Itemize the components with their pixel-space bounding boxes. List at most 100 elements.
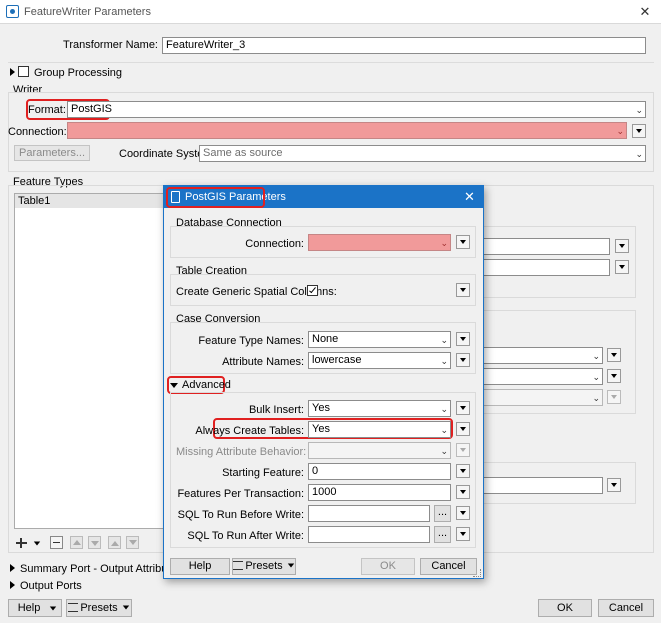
bg-select-3[interactable]: ⌄ (481, 389, 603, 406)
sql-before-input[interactable] (308, 505, 430, 522)
list-item[interactable]: Table1 (15, 194, 163, 208)
presets-icon (68, 603, 79, 612)
sql-before-menu-button[interactable] (456, 506, 470, 520)
dialog-title-highlight (166, 187, 265, 208)
expand-arrow-icon[interactable] (10, 564, 15, 572)
resize-grip-icon[interactable] (473, 569, 481, 577)
bg-menu-button-4[interactable] (607, 369, 621, 383)
missing-attribute-select[interactable]: ⌄ (308, 442, 451, 459)
cancel-button[interactable]: Cancel (598, 599, 654, 617)
dialog-cancel-button[interactable]: Cancel (420, 558, 477, 575)
minus-icon (53, 542, 60, 543)
move-up-button[interactable] (70, 536, 83, 549)
sql-after-input[interactable] (308, 526, 430, 543)
always-create-tables-value: Yes (312, 423, 330, 435)
expand-arrow-icon[interactable] (10, 68, 15, 76)
connection-select[interactable]: ⌄ (67, 122, 627, 139)
chevron-down-icon (33, 541, 41, 546)
db-connection-menu-button[interactable] (456, 235, 470, 249)
bg-select-2[interactable]: ⌄ (481, 368, 603, 385)
chevron-down-icon: ⌄ (440, 238, 448, 248)
group-processing-checkbox[interactable] (18, 66, 29, 77)
chevron-down-icon: ⌄ (440, 404, 448, 414)
help-button[interactable]: Help (8, 599, 62, 617)
presets-label: Presets (80, 602, 118, 614)
transformer-name-label: Transformer Name: (63, 39, 158, 51)
bulk-insert-menu-button[interactable] (456, 401, 470, 415)
connection-menu-button[interactable] (632, 124, 646, 138)
chevron-down-icon: ⌄ (440, 425, 448, 435)
expand-arrow-icon (170, 383, 178, 388)
starting-feature-label: Starting Feature: (222, 467, 304, 479)
chevron-down-icon (91, 541, 99, 546)
chevron-down-icon: ⌄ (616, 126, 624, 136)
divider (8, 62, 654, 63)
bg-menu-button-5[interactable] (607, 390, 621, 404)
sql-before-edit-button[interactable]: ... (434, 505, 451, 522)
attribute-names-menu-button[interactable] (456, 353, 470, 367)
missing-attribute-menu-button[interactable] (456, 443, 470, 457)
help-label: Help (17, 602, 41, 614)
always-create-tables-select[interactable]: Yes ⌄ (308, 421, 451, 438)
window-close-icon[interactable]: ✕ (636, 4, 654, 20)
remove-button[interactable] (50, 536, 63, 549)
chevron-down-icon (122, 605, 129, 610)
chevron-down-icon: ⌄ (440, 335, 448, 345)
coordinate-system-value: Same as source (203, 147, 283, 159)
dialog-help-button[interactable]: Help (170, 558, 230, 575)
move-down-button[interactable] (88, 536, 101, 549)
features-per-transaction-menu-button[interactable] (456, 485, 470, 499)
bg-input-3[interactable] (481, 477, 603, 494)
features-per-transaction-input[interactable]: 1000 (308, 484, 451, 501)
bg-menu-button-1[interactable] (615, 239, 629, 253)
add-button[interactable] (14, 536, 42, 550)
format-select[interactable]: PostGIS ⌄ (67, 101, 646, 118)
bg-input-1[interactable] (481, 238, 610, 255)
chevron-down-icon (49, 606, 57, 611)
feature-type-names-select[interactable]: None ⌄ (308, 331, 451, 348)
bg-select-1[interactable]: ⌄ (481, 347, 603, 364)
move-top-button[interactable] (108, 536, 121, 549)
spatial-columns-checkbox[interactable] (307, 285, 318, 296)
bg-menu-button-2[interactable] (615, 260, 629, 274)
window-title: FeatureWriter Parameters (24, 6, 151, 18)
bulk-insert-select[interactable]: Yes ⌄ (308, 400, 451, 417)
expand-arrow-icon[interactable] (10, 581, 15, 589)
parameters-button[interactable]: Parameters... (14, 145, 90, 161)
starting-feature-menu-button[interactable] (456, 464, 470, 478)
ok-button[interactable]: OK (538, 599, 592, 617)
chevron-down-icon: ⌄ (635, 105, 643, 115)
connection-label: Connection: (8, 126, 67, 138)
bg-menu-button-6[interactable] (607, 478, 621, 492)
db-connection-select[interactable]: ⌄ (308, 234, 451, 251)
starting-feature-input[interactable]: 0 (308, 463, 451, 480)
feature-type-names-value: None (312, 333, 339, 345)
dialog-close-icon[interactable]: ✕ (464, 189, 475, 205)
sql-before-label: SQL To Run Before Write: (177, 509, 304, 521)
chevron-down-icon (287, 563, 294, 568)
bulk-insert-label: Bulk Insert: (248, 404, 304, 416)
move-bottom-button[interactable] (126, 536, 139, 549)
feature-type-names-label: Feature Type Names: (198, 335, 304, 347)
dialog-presets-button[interactable]: Presets (232, 558, 296, 575)
chevron-down-icon: ⌄ (592, 372, 600, 382)
attribute-names-select[interactable]: lowercase ⌄ (308, 352, 451, 369)
bulk-insert-value: Yes (312, 402, 330, 414)
dialog-presets-label: Presets (245, 560, 283, 572)
sql-after-menu-button[interactable] (456, 527, 470, 541)
always-create-tables-menu-button[interactable] (456, 422, 470, 436)
chevron-up-icon (73, 540, 81, 545)
dialog-ok-button[interactable]: OK (361, 558, 415, 575)
sql-after-edit-button[interactable]: ... (434, 526, 451, 543)
coordinate-system-select[interactable]: Same as source ⌄ (199, 145, 646, 162)
feature-type-names-menu-button[interactable] (456, 332, 470, 346)
bg-menu-button-3[interactable] (607, 348, 621, 362)
spatial-columns-menu-button[interactable] (456, 283, 470, 297)
transformer-name-input[interactable]: FeatureWriter_3 (162, 37, 646, 54)
advanced-toggle[interactable]: Advanced (170, 379, 231, 392)
presets-button[interactable]: Presets (66, 599, 132, 617)
format-label: Format: (28, 104, 66, 116)
bg-input-2[interactable] (481, 259, 610, 276)
feature-types-list[interactable]: Table1 (14, 193, 164, 529)
chevron-down-icon (129, 540, 137, 545)
